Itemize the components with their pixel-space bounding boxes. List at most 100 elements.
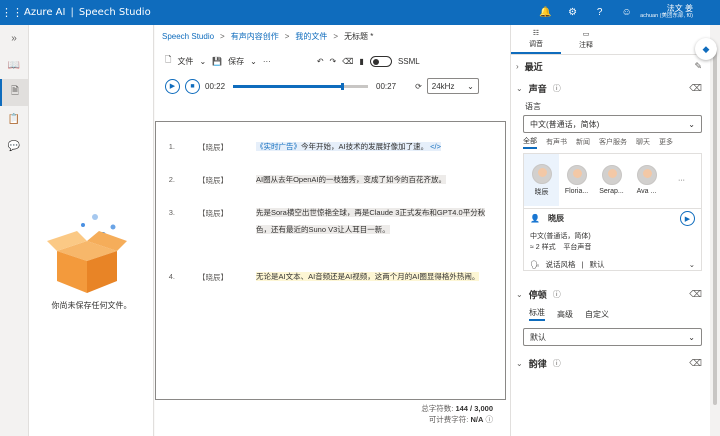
note-icon: ▭: [582, 30, 590, 38]
voice-filter-tab[interactable]: 更多: [659, 137, 673, 147]
undo-icon[interactable]: ↶: [317, 57, 324, 66]
top-bar: ⋮⋮ Azure AI | Speech Studio 🔔 ⚙ ? ☺ 法文 姜…: [0, 0, 720, 25]
language-value: 中文(普通话，简体): [530, 119, 600, 129]
line-text[interactable]: 《实时广告》今年开始，AI技术的发展好像加了速。 </>: [256, 138, 496, 155]
voice-card[interactable]: Floria...: [559, 154, 594, 206]
playback-handle[interactable]: [341, 82, 345, 90]
speaker-tag[interactable]: 【晓辰】: [198, 208, 228, 219]
eraser-icon[interactable]: ⌫: [689, 358, 702, 369]
bell-icon[interactable]: 🔔: [532, 7, 559, 18]
info-icon[interactable]: ⓘ: [486, 415, 494, 424]
voice-section-header[interactable]: ⌄ 声音 ⓘ ⌫: [511, 77, 710, 99]
pause-tab-custom[interactable]: 自定义: [585, 309, 609, 320]
play-sample-icon[interactable]: ▶: [680, 211, 695, 226]
pause-tab-advanced[interactable]: 高级: [557, 309, 573, 320]
eraser-icon[interactable]: ⌫: [689, 289, 702, 300]
speaker-tag[interactable]: 【晓辰】: [198, 175, 228, 186]
chevron-down-icon: ⌄: [688, 119, 695, 129]
breadcrumb-my-files[interactable]: 我的文件: [295, 31, 327, 42]
ssml-tag[interactable]: 《实时广告》: [256, 142, 301, 151]
line-text[interactable]: AI圈从去年OpenAI的一枝独秀，变成了如今的百花齐放。: [256, 171, 496, 188]
text-segment[interactable]: AI圈从去年OpenAI的一枝独秀，变成了如今的百花齐放。: [256, 175, 447, 184]
language-select[interactable]: 中文(普通话，简体) ⌄: [523, 115, 702, 133]
save-button[interactable]: 保存: [228, 56, 244, 67]
panel-scrollbar[interactable]: [710, 25, 720, 436]
prosody-section-header[interactable]: ⌄ 韵律 ⓘ ⌫: [511, 352, 710, 374]
recent-section-header[interactable]: › 最近 ✎: [511, 55, 710, 77]
chevron-down-icon: ⌄: [467, 81, 474, 91]
eraser-icon[interactable]: ⌫: [689, 83, 702, 94]
chevron-down-icon: ⌄: [688, 260, 695, 269]
pause-section-header[interactable]: ⌄ 停顿 ⓘ ⌫: [511, 283, 710, 305]
voice-filter-tab[interactable]: 全部: [523, 136, 537, 149]
pencil-icon[interactable]: ✎: [694, 61, 702, 72]
pause-tabs: 标准 高级 自定义: [511, 305, 710, 323]
info-icon[interactable]: ⓘ: [553, 289, 561, 300]
speaker-tag[interactable]: 【晓辰】: [198, 272, 228, 283]
app-launcher-icon[interactable]: ⋮⋮: [0, 6, 24, 19]
settings-refresh-icon[interactable]: ⟳: [415, 82, 422, 91]
eraser-icon[interactable]: ⌫: [342, 57, 353, 66]
scrollbar-thumb[interactable]: [713, 45, 717, 405]
chevron-down-icon[interactable]: ⌄: [250, 57, 257, 66]
text-segment[interactable]: 今年开始，AI技术的发展好像加了速。: [301, 142, 429, 151]
chevron-down-icon[interactable]: ⌄: [199, 57, 206, 66]
pause-select[interactable]: 默认 ⌄: [523, 328, 702, 346]
ssml-tag[interactable]: </>: [428, 142, 442, 151]
voice-card[interactable]: 晓辰: [524, 154, 559, 206]
voice-card[interactable]: Serap...: [594, 154, 629, 206]
text-segment[interactable]: 先是Sora横空出世惊艳全球，再是Claude 3正式发布和GPT4.0平分秋色…: [256, 208, 486, 234]
breadcrumb-audio-content[interactable]: 有声内容创作: [231, 31, 279, 42]
voice-filter-tab[interactable]: 有声书: [546, 137, 567, 147]
clipboard-icon[interactable]: 📋: [0, 106, 28, 133]
document-icon[interactable]: 🗎: [0, 79, 28, 106]
voice-filter-tab[interactable]: 客户服务: [599, 137, 627, 147]
ssml-toggle[interactable]: [369, 55, 392, 67]
save-icon: 💾: [212, 56, 223, 66]
more-button[interactable]: ···: [263, 57, 271, 66]
info-icon[interactable]: ⓘ: [553, 83, 561, 94]
playback-slider[interactable]: [233, 82, 369, 90]
product-name[interactable]: Speech Studio: [79, 7, 151, 18]
editor-toolbar: 🗋 文件 ⌄ 💾 保存 ⌄ ··· ↶ ↷ ⌫ ▮ SSML: [155, 51, 510, 71]
gear-icon[interactable]: ⚙: [559, 7, 586, 18]
book-icon[interactable]: ▮: [360, 57, 364, 66]
stop-icon[interactable]: ■: [185, 78, 200, 94]
line-text[interactable]: 无论是AI文本、AI音频还是AI视频，这两个月的AI圈显得格外热闹。: [256, 268, 496, 285]
voice-filter-tabs: 全部 有声书 新闻 客户服务 聊天 更多: [511, 133, 710, 151]
voice-filter-tab[interactable]: 聊天: [636, 137, 650, 147]
speaking-style-select[interactable]: 🗣 说话风格 | 默认 ⌄: [524, 253, 701, 270]
user-org: achuan (美团东部, f0): [640, 12, 693, 19]
info-icon[interactable]: ⓘ: [553, 358, 561, 369]
avatar: [636, 165, 657, 185]
file-menu-button[interactable]: 文件: [177, 56, 193, 67]
chevron-down-icon: ⌄: [516, 83, 523, 93]
pause-section-label: 停顿: [528, 289, 547, 300]
copilot-fab-icon[interactable]: ◆: [695, 38, 717, 60]
more-voices-icon[interactable]: ···: [664, 154, 699, 206]
help-icon[interactable]: ?: [586, 7, 613, 18]
text-editor[interactable]: 1. 【晓辰】 《实时广告》今年开始，AI技术的发展好像加了速。 </> 2. 【晓辰】…: [155, 121, 506, 400]
text-segment[interactable]: 无论是AI文本、AI音频还是AI视频，这两个月的AI圈显得格外热闹。: [256, 272, 480, 281]
tab-voice-tuning[interactable]: ☷ 调音: [511, 25, 561, 54]
voice-detail-name: 晓辰: [547, 214, 564, 223]
play-icon[interactable]: ▶: [165, 78, 180, 94]
speaker-tag[interactable]: 【晓辰】: [198, 142, 228, 153]
line-text[interactable]: 先是Sora横空出世惊艳全球，再是Claude 3正式发布和GPT4.0平分秋色…: [256, 204, 496, 238]
voice-detail-language: 中文(普通话，简体): [530, 233, 591, 240]
chat-icon[interactable]: 💬: [0, 133, 28, 160]
user-account[interactable]: 法文 姜 achuan (美团东部, f0): [640, 5, 720, 19]
voice-section-label: 声音: [528, 83, 547, 94]
brand-label: Azure AI: [24, 7, 66, 18]
breadcrumb-speech-studio[interactable]: Speech Studio: [162, 32, 214, 41]
pause-tab-standard[interactable]: 标准: [529, 307, 545, 321]
sample-rate-select[interactable]: 24kHz ⌄: [426, 78, 479, 94]
expand-nav-icon[interactable]: »: [0, 25, 28, 52]
tab-notes[interactable]: ▭ 注释: [561, 25, 611, 54]
voice-card[interactable]: Ava ...: [629, 154, 664, 206]
redo-icon[interactable]: ↷: [330, 57, 337, 66]
speaking-style-label: 说话风格: [545, 260, 576, 269]
feedback-smiley-icon[interactable]: ☺: [613, 7, 640, 18]
voice-filter-tab[interactable]: 新闻: [576, 137, 590, 147]
book-icon[interactable]: 📖: [0, 52, 28, 79]
